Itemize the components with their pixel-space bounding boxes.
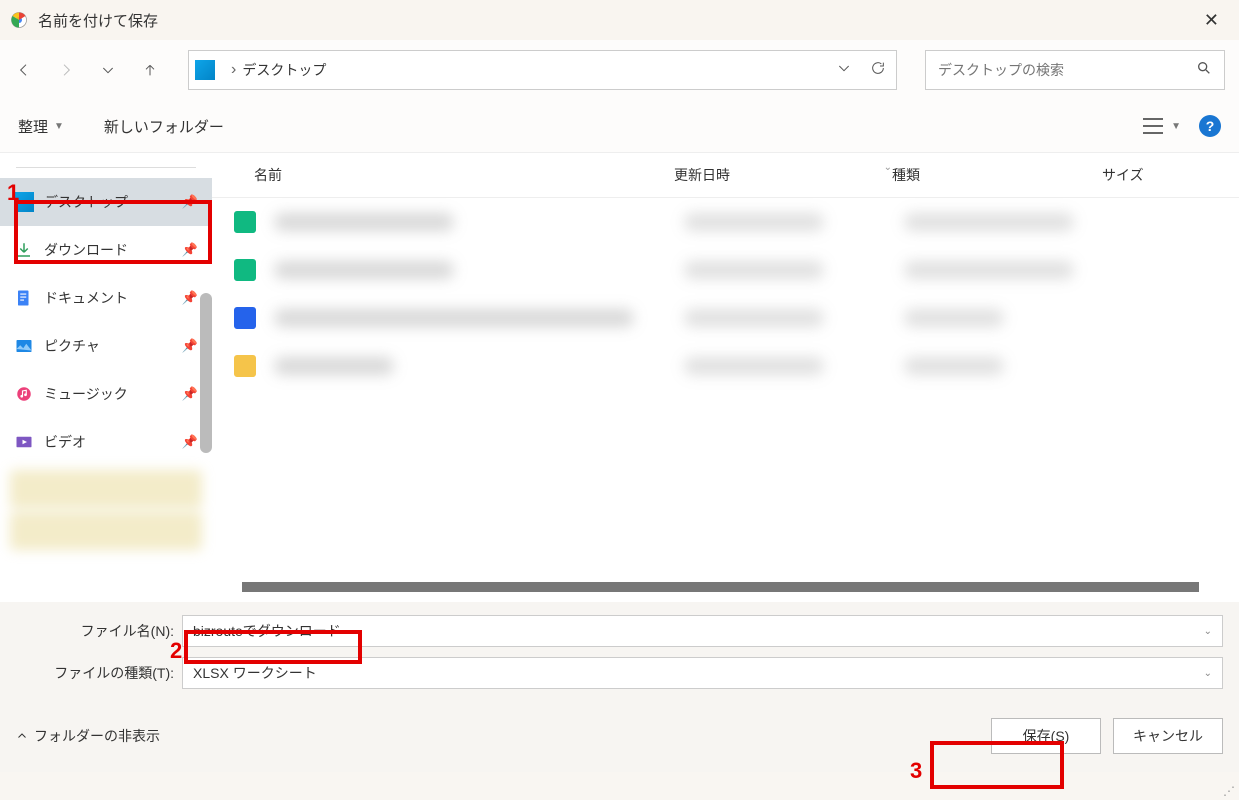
file-type-blurred [904, 309, 1004, 327]
file-icon [234, 307, 256, 329]
pin-icon[interactable]: 📌 [182, 386, 198, 402]
refresh-button[interactable] [870, 60, 886, 81]
file-name-blurred [274, 357, 394, 375]
column-date[interactable]: 更新日時⌄ [674, 165, 892, 185]
help-button[interactable]: ? [1199, 115, 1221, 137]
sidebar-item-pictures[interactable]: ピクチャ 📌 [0, 322, 212, 370]
desktop-icon [195, 60, 215, 80]
search-field[interactable] [925, 50, 1225, 90]
sidebar-item-label: ミュージック [44, 384, 172, 404]
recent-locations-dropdown[interactable] [98, 60, 118, 80]
file-type-blurred [904, 213, 1074, 231]
address-bar[interactable]: › デスクトップ [188, 50, 897, 90]
desktop-icon [14, 192, 34, 212]
view-dropdown[interactable]: ▼ [1143, 118, 1181, 134]
window-title: 名前を付けて保存 [38, 10, 1194, 31]
sidebar-item-downloads[interactable]: ダウンロード 📌 [0, 226, 212, 274]
filename-label: ファイル名(N): [16, 621, 182, 641]
music-icon [14, 384, 34, 404]
sidebar-item-documents[interactable]: ドキュメント 📌 [0, 274, 212, 322]
chrome-icon [10, 11, 28, 29]
breadcrumb-location[interactable]: デスクトップ [242, 60, 326, 80]
column-size[interactable]: サイズ [1102, 165, 1225, 185]
close-button[interactable]: ✕ [1194, 6, 1229, 35]
column-type[interactable]: 種類 [892, 165, 1102, 185]
search-input[interactable] [938, 62, 1196, 78]
filetype-label: ファイルの種類(T): [16, 663, 182, 683]
column-name[interactable]: 名前 [254, 165, 674, 185]
folder-icon [234, 355, 256, 377]
pin-icon[interactable]: 📌 [182, 194, 198, 210]
document-icon [14, 288, 34, 308]
file-list: 名前 更新日時⌄ 種類 サイズ [212, 153, 1239, 602]
save-button[interactable]: 保存(S) [991, 718, 1101, 754]
file-icon [234, 211, 256, 233]
new-folder-button[interactable]: 新しいフォルダー [104, 116, 224, 137]
sidebar-item-label: デスクトップ [44, 192, 172, 212]
sidebar-item-blurred [10, 470, 202, 508]
video-icon [14, 432, 34, 452]
file-date-blurred [684, 261, 824, 279]
chevron-right-icon: › [231, 61, 236, 79]
sidebar: デスクトップ 📌 ダウンロード 📌 ドキュメント 📌 ピクチャ 📌 ミュージック… [0, 153, 212, 602]
sidebar-item-blurred [10, 512, 202, 550]
file-date-blurred [684, 357, 824, 375]
titlebar: 名前を付けて保存 ✕ [0, 0, 1239, 40]
file-name-blurred [274, 261, 454, 279]
sidebar-item-label: ビデオ [44, 432, 172, 452]
resize-grip[interactable]: ⋰ [1223, 784, 1235, 798]
navigation-bar: › デスクトップ [0, 40, 1239, 100]
file-row[interactable] [212, 342, 1239, 390]
chevron-down-icon[interactable]: ⌄ [1204, 668, 1212, 679]
filetype-dropdown[interactable]: XLSX ワークシート ⌄ [182, 657, 1223, 689]
file-date-blurred [684, 213, 824, 231]
file-name-blurred [274, 309, 634, 327]
file-icon [234, 259, 256, 281]
file-row[interactable] [212, 198, 1239, 246]
pin-icon[interactable]: 📌 [182, 242, 198, 258]
save-form: ファイル名(N): bizrouteでダウンロード ⌄ ファイルの種類(T): … [0, 602, 1239, 700]
sidebar-scrollbar[interactable] [200, 293, 212, 453]
hide-folders-label: フォルダーの非表示 [34, 726, 160, 746]
toolbar: 整理▼ 新しいフォルダー ▼ ? [0, 100, 1239, 152]
back-button[interactable] [14, 60, 34, 80]
pictures-icon [14, 336, 34, 356]
file-type-blurred [904, 357, 1004, 375]
footer: フォルダーの非表示 保存(S) キャンセル [0, 700, 1239, 772]
address-dropdown[interactable] [836, 60, 852, 81]
column-headers[interactable]: 名前 更新日時⌄ 種類 サイズ [212, 153, 1239, 198]
chevron-down-icon[interactable]: ⌄ [1204, 626, 1212, 637]
list-view-icon [1143, 118, 1163, 134]
sidebar-item-label: ダウンロード [44, 240, 172, 260]
cancel-button[interactable]: キャンセル [1113, 718, 1223, 754]
file-name-blurred [274, 213, 454, 231]
forward-button[interactable] [56, 60, 76, 80]
file-row[interactable] [212, 294, 1239, 342]
filename-input[interactable]: bizrouteでダウンロード ⌄ [182, 615, 1223, 647]
pin-icon[interactable]: 📌 [182, 290, 198, 306]
download-icon [14, 240, 34, 260]
filename-value: bizrouteでダウンロード [193, 621, 341, 641]
sidebar-item-desktop[interactable]: デスクトップ 📌 [0, 178, 212, 226]
up-button[interactable] [140, 60, 160, 80]
search-icon[interactable] [1196, 60, 1212, 81]
body-area: デスクトップ 📌 ダウンロード 📌 ドキュメント 📌 ピクチャ 📌 ミュージック… [0, 152, 1239, 602]
file-date-blurred [684, 309, 824, 327]
pin-icon[interactable]: 📌 [182, 434, 198, 450]
organize-dropdown[interactable]: 整理▼ [18, 116, 64, 137]
sidebar-item-label: ドキュメント [44, 288, 172, 308]
file-type-blurred [904, 261, 1074, 279]
horizontal-scrollbar[interactable] [242, 582, 1199, 592]
sidebar-item-music[interactable]: ミュージック 📌 [0, 370, 212, 418]
file-row[interactable] [212, 246, 1239, 294]
sidebar-item-label: ピクチャ [44, 336, 172, 356]
filetype-value: XLSX ワークシート [193, 663, 317, 683]
hide-folders-toggle[interactable]: フォルダーの非表示 [16, 726, 160, 746]
pin-icon[interactable]: 📌 [182, 338, 198, 354]
sidebar-item-videos[interactable]: ビデオ 📌 [0, 418, 212, 466]
